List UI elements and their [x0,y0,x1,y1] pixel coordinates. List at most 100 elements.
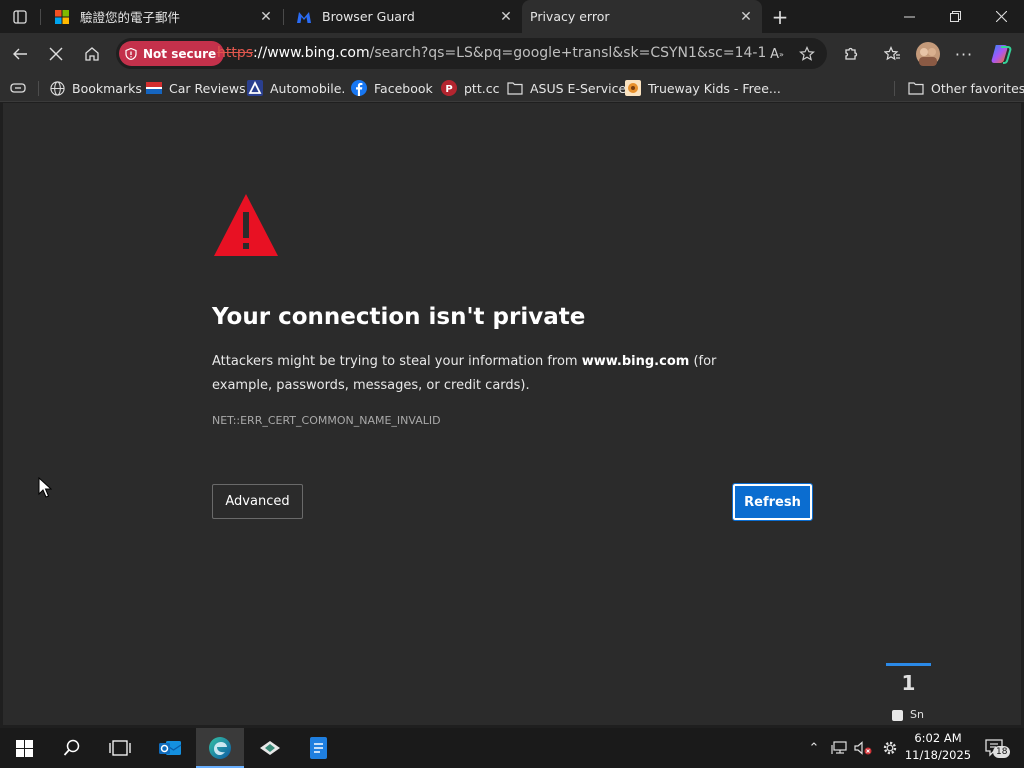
globe-icon [49,80,65,96]
shield-warning-icon [125,47,137,60]
favorite-label: Bookmarks [72,80,142,96]
error-description: Attackers might be trying to steal your … [212,350,772,398]
tab-strip: 驗證您的電子郵件 ✕ Browser Guard ✕ Privacy error… [0,0,1024,34]
copilot-icon [991,45,1012,64]
taskbar-word[interactable] [294,728,342,768]
network-icon[interactable] [828,728,850,768]
tab-actions-toggle[interactable] [10,77,26,99]
star-icon[interactable] [795,42,819,66]
home-button[interactable] [76,38,108,70]
privacy-error-page: Your connection isn't private Attackers … [3,103,1021,725]
clock-date: 11/18/2025 [904,748,972,762]
favorites-separator [38,81,39,96]
favorite-asus-eservice[interactable]: ASUS E-Service [507,77,626,99]
outlook-icon [159,741,182,755]
extensions-button[interactable] [835,38,867,70]
favorite-automobile[interactable]: Automobile. [247,77,345,99]
profile-button[interactable] [912,38,944,70]
refresh-button[interactable]: Refresh [732,483,813,521]
warning-triangle-icon [214,194,278,256]
search-icon [63,739,80,756]
tab-title: 驗證您的電子郵件 [80,10,181,25]
start-button[interactable] [0,728,48,768]
error-text-before: Attackers might be trying to steal your … [212,354,582,369]
url-scheme: https [217,45,254,61]
system-clock[interactable]: 6:02 AM 11/18/2025 [903,730,973,764]
widget-number: 1 [901,671,916,695]
address-bar[interactable]: Not secure https://www.bing.com/search?q… [116,38,827,69]
edge-icon [209,737,231,759]
svg-text:P: P [445,84,452,95]
restore-icon [949,11,961,22]
volume-muted-icon[interactable] [852,728,874,768]
not-secure-label: Not secure [143,46,217,61]
clock-time: 6:02 AM [914,731,962,745]
search-button[interactable] [48,728,96,768]
close-window-button[interactable] [978,0,1024,33]
url-text[interactable]: https://www.bing.com/search?qs=LS&pq=goo… [217,38,765,69]
other-favorites-label: Other favorites [931,80,1024,96]
tab-title: Browser Guard [322,9,415,24]
favorite-trueway-kids[interactable]: Trueway Kids - Free... [625,77,781,99]
show-hidden-icons-button[interactable]: ⌃ [804,728,824,768]
avatar [916,42,940,66]
trueway-icon [625,80,641,96]
settings-gear-icon[interactable] [879,728,901,768]
tab-verify-email[interactable]: 驗證您的電子郵件 ✕ [42,0,282,33]
folder-icon [507,80,523,96]
error-host: www.bing.com [581,354,690,369]
minimize-button[interactable] [886,0,932,33]
favorite-car-reviews[interactable]: Car Reviews [146,77,246,99]
favorites-button[interactable] [876,38,908,70]
close-tab-icon[interactable]: ✕ [736,7,756,27]
back-arrow-icon [13,48,27,60]
not-secure-badge[interactable]: Not secure [119,41,225,66]
minimize-icon [903,16,915,18]
facebook-icon [351,80,367,96]
copilot-button[interactable] [985,38,1017,70]
favorite-ptt[interactable]: P ptt.cc [441,77,499,99]
puzzle-icon [845,47,858,60]
home-icon [85,47,99,61]
url-path: /search?qs=LS&pq=google+transl&sk=CSYN1&… [369,45,765,61]
back-button[interactable] [4,38,36,70]
task-view-icon [109,740,131,756]
close-tab-icon[interactable]: ✕ [256,7,276,27]
close-tab-icon[interactable]: ✕ [496,7,516,27]
favorite-label: Car Reviews [169,80,246,96]
tab-browser-guard[interactable]: Browser Guard ✕ [284,0,522,33]
windows-logo-icon [15,739,33,757]
widget-label: Sn [910,708,924,721]
favorites-separator [894,81,895,96]
chevron-up-icon: ⌃ [808,740,820,756]
new-tab-button[interactable]: + [766,4,794,30]
widget-checkbox[interactable] [892,710,903,721]
automobile-icon [247,80,263,96]
malwarebytes-icon [296,9,312,25]
read-aloud-icon[interactable]: A» [765,42,789,66]
close-icon [995,11,1007,22]
url-host: ://www.bing.com [253,45,370,61]
restore-button[interactable] [932,0,978,33]
tab-actions-menu-button[interactable] [6,4,34,30]
folder-icon [908,80,924,96]
page-title: Your connection isn't private [212,304,586,330]
advanced-button[interactable]: Advanced [212,484,303,519]
settings-more-button[interactable]: ··· [948,38,980,70]
task-view-button[interactable] [96,728,144,768]
car-reviews-icon [146,80,162,96]
stop-loading-button[interactable] [40,38,72,70]
taskbar-edge[interactable] [196,728,244,768]
other-favorites[interactable]: Other favorites [908,77,1024,99]
microsoft-logo-icon [54,9,70,25]
taskbar-app-diamond[interactable] [246,728,294,768]
notification-center-button[interactable]: 18 [979,728,1011,768]
favorites-bar: Bookmarks Car Reviews Automobile. Facebo… [0,75,1024,102]
favorite-facebook[interactable]: Facebook [351,77,433,99]
favorite-label: Automobile. [270,80,346,96]
favorite-bookmarks[interactable]: Bookmarks [49,77,142,99]
tab-privacy-error[interactable]: Privacy error ✕ [522,0,762,33]
tab-actions-icon [13,10,27,24]
more-dots-icon: ··· [954,44,974,64]
taskbar-outlook[interactable] [146,728,194,768]
